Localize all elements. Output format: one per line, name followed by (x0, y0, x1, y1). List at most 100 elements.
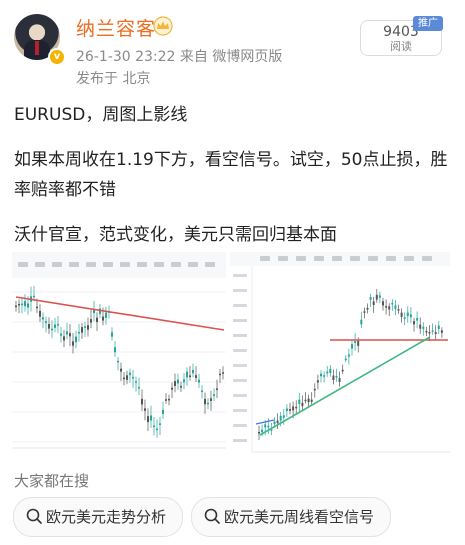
chart-1-candle (33, 295, 35, 298)
chart-1-candle (207, 402, 209, 405)
chart-1-candle (72, 341, 74, 346)
chart-1-candle (213, 394, 215, 397)
chart-1-candle (123, 377, 125, 380)
chart-2-candle (267, 425, 270, 428)
chart-2-toolbar-tool (386, 256, 396, 261)
chart-2-candle (335, 375, 338, 378)
chart-1-toolbar-tool (86, 262, 96, 267)
chart-2-toolbar-tool (350, 256, 360, 261)
chart-1-candle (81, 327, 83, 333)
chart-1-candle (168, 398, 170, 401)
chart-1-candle (126, 375, 128, 380)
chart-1-candle (165, 399, 167, 401)
chart-2-candle (366, 307, 369, 310)
chart-1-candle (117, 360, 119, 363)
chart-1-candle (21, 303, 23, 306)
crown-icon (153, 16, 173, 36)
chart-1-candle (39, 310, 41, 317)
chart-1-candle (45, 321, 47, 323)
chart-1-candle (90, 319, 92, 323)
chart-1-canvas (12, 252, 226, 460)
chart-1-candle (153, 425, 155, 427)
chart-1-candle (114, 347, 116, 353)
chart-1-candle (42, 317, 44, 320)
chart-2-candle (375, 294, 378, 300)
avatar-tie (35, 41, 39, 55)
post-image-chart-2[interactable] (230, 252, 450, 460)
chart-1-candle (132, 376, 134, 379)
chart-1-candle (105, 312, 107, 318)
post-images (12, 252, 450, 460)
chart-2-toolbar-tool (296, 256, 306, 261)
chart-2-candle (323, 375, 326, 377)
chart-2-candle (332, 375, 335, 381)
chart-2-candle (397, 309, 400, 311)
chart-1-candle (210, 398, 212, 401)
chart-1-candle (222, 372, 224, 374)
chart-2-candle (344, 358, 347, 361)
chart-1-candle (18, 303, 20, 306)
chart-1-candle (171, 387, 173, 390)
author-name[interactable]: 纳兰容客 (76, 14, 156, 41)
chart-2-price-tick (233, 304, 247, 307)
chart-2-candle (279, 415, 282, 421)
chart-1-candle (24, 301, 26, 307)
search-icon (26, 508, 42, 524)
related-search-label-1: 欧元美元走势分析 (46, 508, 167, 526)
related-search-chip-1[interactable]: 欧元美元走势分析 (13, 497, 183, 537)
chart-1-candle (57, 324, 59, 326)
chart-2-candle (301, 402, 304, 407)
chart-2-candle (437, 325, 440, 329)
chart-2-candle (264, 424, 267, 428)
chart-2-candle (431, 330, 434, 332)
chart-1-candle (219, 373, 221, 376)
related-search-chip-2[interactable]: 欧元美元周线看空信号 (191, 497, 391, 537)
chart-1-candle (204, 398, 206, 405)
chart-1-candle (27, 303, 29, 308)
chart-1-toolbar-tool (171, 262, 181, 267)
chart-1-candle (69, 333, 71, 337)
chart-2-candle (369, 297, 372, 300)
post-text-line-3: 沃什官宣，范式变化，美元只需回归基本面 (14, 225, 337, 245)
chart-1-candle (180, 386, 182, 388)
chart-2-candle (406, 312, 409, 317)
chart-2-candle (413, 321, 415, 325)
chart-2-price-tick (233, 409, 247, 412)
chart-2-candle (307, 398, 310, 403)
post-text-line-2: 如果本周收在1.19下方，看空信号。试空，50点止损，胜率赔率都不错 (14, 150, 448, 200)
chart-1-toolbar-tool (205, 262, 215, 267)
chart-2-candle (360, 319, 363, 325)
chart-2-candle (304, 399, 307, 402)
post-location: 发布于 北京 (76, 71, 151, 87)
chart-1-toolbar-tool (120, 262, 130, 267)
post-image-chart-1[interactable] (12, 252, 226, 460)
chart-1-toolbar-tool (154, 262, 164, 267)
chart-2-toolbar-tool (368, 256, 378, 261)
chart-2-candle (391, 302, 394, 305)
chart-2-candle (282, 415, 285, 418)
chart-2-candle (276, 420, 279, 424)
chart-1-candle (198, 379, 200, 383)
chart-1-candle (192, 369, 194, 374)
chart-2-price-tick (233, 424, 247, 427)
chart-1-candle (60, 333, 62, 336)
chart-1-candle (183, 379, 185, 383)
chart-2-price-tick (233, 349, 247, 352)
promo-badge[interactable]: 推广 (413, 16, 443, 31)
chart-1-candle (51, 328, 53, 331)
chart-2-candle (419, 324, 422, 329)
chart-2-candle (403, 317, 406, 319)
chart-2-candle (357, 340, 360, 346)
chart-1-candle (36, 306, 38, 309)
chart-2-price-tick (233, 364, 247, 367)
chart-2-toolbar-tool (260, 256, 270, 261)
chart-1-candle (63, 336, 65, 341)
chart-2-candle (378, 295, 381, 298)
chart-1-candle (87, 325, 89, 330)
chart-2-price-tick (233, 394, 247, 397)
chart-2-candle (338, 378, 341, 382)
chart-2-candle (409, 314, 412, 318)
post-date-source: 26-1-30 23:22 来自 微博网页版 (76, 49, 283, 65)
chart-1-candle (48, 324, 50, 329)
chart-1-toolbar-tool (35, 262, 45, 267)
